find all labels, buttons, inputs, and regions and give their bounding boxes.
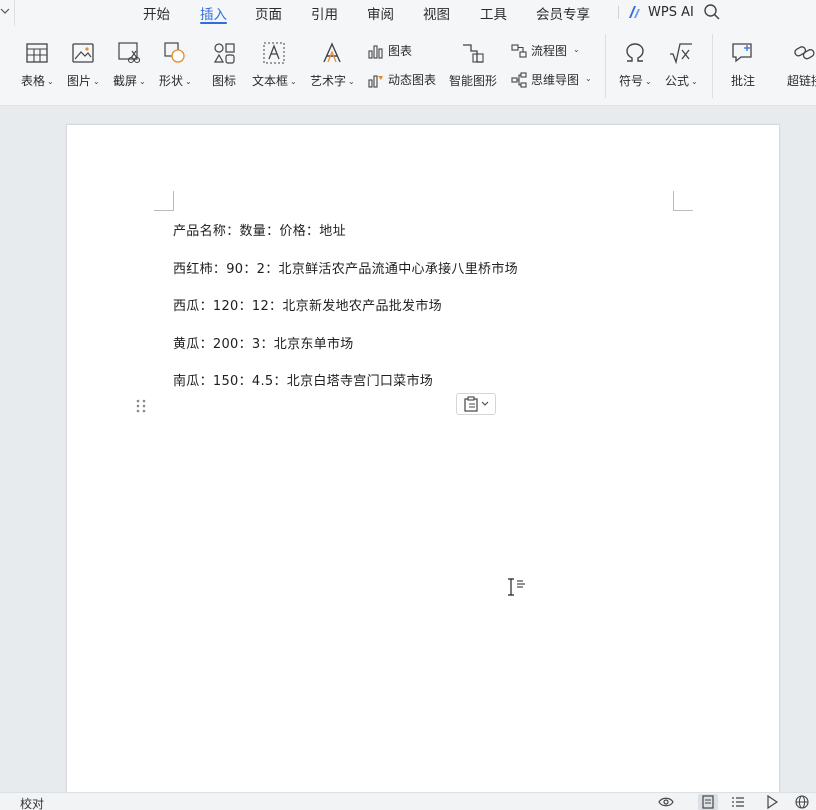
divider bbox=[605, 34, 606, 98]
chart-label: 图表 bbox=[388, 44, 413, 58]
play-icon bbox=[767, 795, 778, 809]
paste-options-button[interactable] bbox=[456, 393, 496, 415]
wordart-button[interactable]: 艺术字 ⌄ bbox=[310, 40, 355, 89]
wordart-icon bbox=[323, 42, 341, 63]
textbox-icon bbox=[263, 42, 285, 64]
comment-button[interactable]: 批注 bbox=[730, 40, 756, 89]
hyperlink-button[interactable]: 超链接 bbox=[787, 40, 816, 89]
picture-label: 图片 bbox=[67, 74, 92, 88]
icons-label: 图标 bbox=[211, 74, 236, 88]
comment-label: 批注 bbox=[730, 74, 755, 88]
mindmap-button[interactable]: 思维导图 ⌄ bbox=[511, 71, 592, 88]
smart-graphic-label: 智能图形 bbox=[449, 74, 498, 88]
flowchart-button[interactable]: 流程图 ⌄ bbox=[511, 42, 580, 59]
chevron-down-icon[interactable] bbox=[0, 4, 10, 18]
document-paragraph[interactable]: 黄瓜：200：3：北京东单市场 bbox=[173, 333, 354, 352]
formula-icon bbox=[670, 43, 693, 64]
active-tab-indicator bbox=[200, 22, 227, 24]
comment-icon bbox=[732, 43, 752, 63]
table-icon bbox=[26, 43, 49, 63]
clipboard-icon bbox=[463, 396, 478, 412]
eye-icon bbox=[658, 797, 674, 807]
textbox-label: 文本框 bbox=[252, 74, 289, 88]
page-margin-corner bbox=[154, 191, 174, 211]
mindmap-icon bbox=[511, 71, 527, 88]
proofread-button[interactable]: 校对 bbox=[20, 795, 44, 810]
page-margin-corner bbox=[673, 191, 693, 211]
tab-insert[interactable]: 插入 bbox=[200, 3, 227, 23]
chart-icon bbox=[368, 44, 383, 59]
smart-graphic-icon bbox=[463, 44, 484, 63]
icons-icon bbox=[213, 43, 235, 64]
document-paragraph[interactable]: 西瓜：120：12：北京新发地农产品批发市场 bbox=[173, 295, 442, 314]
outline-view-button[interactable] bbox=[730, 794, 746, 810]
status-bar: 校对 bbox=[0, 792, 816, 810]
ribbon-toolbar: 表格 ⌄ 图片 ⌄ 截屏 ⌄ 形状 ⌄ 图标 文本框 ⌄ 艺术字 ⌄ 图表 动态图表 智 bbox=[0, 26, 816, 106]
hyperlink-label: 超链接 bbox=[787, 74, 816, 88]
tab-page[interactable]: 页面 bbox=[255, 3, 282, 23]
tab-member[interactable]: 会员专享 bbox=[536, 3, 590, 23]
dynamic-chart-icon bbox=[368, 74, 383, 88]
divider bbox=[618, 6, 619, 19]
symbol-button[interactable]: 符号 ⌄ bbox=[619, 40, 652, 89]
dynamic-chart-button[interactable]: 动态图表 bbox=[368, 71, 436, 88]
flowchart-icon bbox=[511, 43, 527, 58]
document-workspace: 产品名称：数量：价格：地址 西红柿：90：2：北京鲜活农产品流通中心承接八里桥市… bbox=[0, 106, 816, 804]
reading-mode-button[interactable] bbox=[658, 794, 674, 810]
smart-graphic-button[interactable]: 智能图形 bbox=[449, 40, 497, 89]
scissors-icon bbox=[118, 42, 141, 64]
tab-references[interactable]: 引用 bbox=[311, 3, 338, 23]
chart-button[interactable]: 图表 bbox=[368, 42, 412, 59]
chevron-down-icon bbox=[481, 401, 488, 406]
wps-ai-button[interactable]: WPS AI bbox=[628, 3, 694, 21]
divider bbox=[712, 34, 713, 98]
screenshot-button[interactable]: 截屏 ⌄ bbox=[113, 40, 146, 89]
menu-bar: 开始 插入 页面 引用 审阅 视图 工具 会员专享 WPS AI bbox=[0, 0, 816, 26]
shape-icon bbox=[164, 42, 186, 63]
tab-view[interactable]: 视图 bbox=[423, 3, 450, 23]
outline-icon bbox=[732, 797, 744, 807]
textbox-button[interactable]: 文本框 ⌄ bbox=[252, 40, 297, 89]
table-button[interactable]: 表格 ⌄ bbox=[21, 40, 54, 89]
link-icon bbox=[794, 46, 815, 60]
flowchart-label: 流程图 bbox=[531, 44, 568, 58]
shape-label: 形状 bbox=[159, 74, 184, 88]
formula-label: 公式 bbox=[665, 74, 690, 88]
wordart-label: 艺术字 bbox=[310, 74, 347, 88]
dynamic-chart-label: 动态图表 bbox=[388, 73, 437, 87]
tab-review[interactable]: 审阅 bbox=[367, 3, 394, 23]
wps-ai-icon bbox=[629, 6, 640, 18]
omega-icon bbox=[626, 43, 645, 62]
divider bbox=[14, 0, 15, 26]
document-page[interactable]: 产品名称：数量：价格：地址 西红柿：90：2：北京鲜活农产品流通中心承接八里桥市… bbox=[66, 124, 780, 804]
shape-button[interactable]: 形状 ⌄ bbox=[159, 40, 192, 89]
search-icon[interactable] bbox=[703, 3, 721, 21]
symbol-label: 符号 bbox=[619, 74, 644, 88]
document-paragraph[interactable]: 产品名称：数量：价格：地址 bbox=[173, 220, 346, 239]
drag-handle-icon[interactable] bbox=[135, 398, 147, 414]
text-cursor-icon bbox=[508, 578, 525, 596]
tab-home[interactable]: 开始 bbox=[143, 3, 170, 23]
mindmap-label: 思维导图 bbox=[531, 73, 580, 87]
globe-icon bbox=[795, 795, 809, 809]
formula-button[interactable]: 公式 ⌄ bbox=[665, 40, 698, 89]
picture-button[interactable]: 图片 ⌄ bbox=[67, 40, 100, 89]
web-view-button[interactable] bbox=[794, 794, 810, 810]
picture-icon bbox=[72, 43, 95, 63]
tab-tools[interactable]: 工具 bbox=[480, 3, 507, 23]
icons-button[interactable]: 图标 bbox=[211, 40, 237, 89]
page-view-icon bbox=[702, 795, 714, 809]
page-view-button[interactable] bbox=[698, 794, 718, 810]
play-button[interactable] bbox=[764, 794, 780, 810]
document-paragraph[interactable]: 南瓜：150：4.5：北京白塔寺宫门口菜市场 bbox=[173, 370, 433, 389]
table-label: 表格 bbox=[21, 74, 46, 88]
wps-ai-label: WPS AI bbox=[648, 4, 694, 20]
screenshot-label: 截屏 bbox=[113, 74, 138, 88]
document-paragraph[interactable]: 西红柿：90：2：北京鲜活农产品流通中心承接八里桥市场 bbox=[173, 258, 518, 277]
